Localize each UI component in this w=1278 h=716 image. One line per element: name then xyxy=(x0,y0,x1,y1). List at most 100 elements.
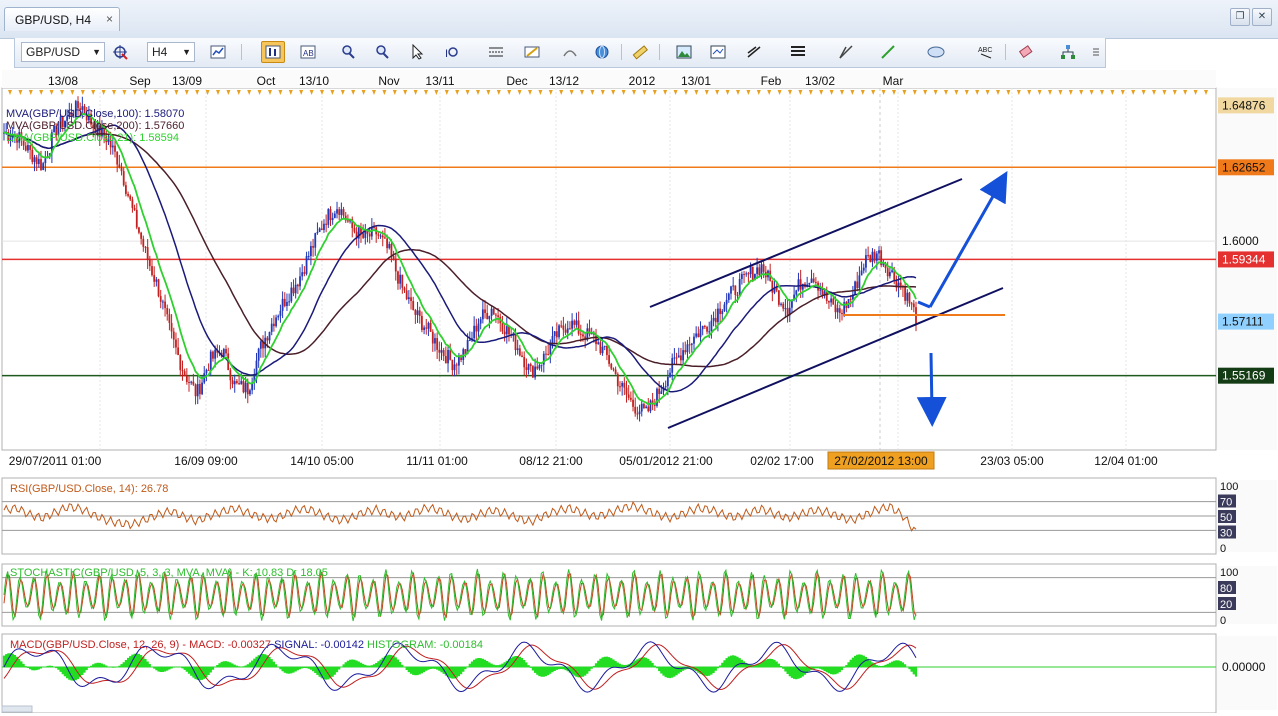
pen-icon[interactable] xyxy=(837,43,855,61)
globe-icon[interactable] xyxy=(593,43,611,61)
zoom-fit-icon[interactable]: I xyxy=(443,43,461,61)
macd-label: MACD(GBP/USD.Close, 12, 26, 9) - MACD: -… xyxy=(10,639,483,651)
price-label: 1.57111 xyxy=(1222,315,1264,329)
candle-body xyxy=(647,406,650,412)
candle-body xyxy=(118,164,121,168)
candle-body xyxy=(301,272,304,277)
svg-text:I: I xyxy=(445,48,448,60)
chart-tab[interactable]: GBP/USD, H4 × xyxy=(4,7,120,31)
more-icon[interactable] xyxy=(1087,43,1105,61)
candle-body xyxy=(871,251,874,262)
candle-body xyxy=(555,331,558,338)
candle-body xyxy=(910,303,913,305)
fibonacci-icon[interactable] xyxy=(789,43,807,61)
zoom-out-icon[interactable] xyxy=(373,43,391,61)
candle-body xyxy=(701,325,704,330)
crosshair-icon[interactable] xyxy=(111,43,129,61)
bar-chart-icon[interactable] xyxy=(261,41,285,63)
timeframe-select[interactable]: H4 ▼ xyxy=(147,42,195,62)
chart-area[interactable]: 13/08 Sep 13/09 Oct 13/10 Nov 13/11 Dec 13/12 201… xyxy=(0,68,1278,714)
candle-body xyxy=(808,282,811,285)
image-icon[interactable] xyxy=(675,43,693,61)
candle-body xyxy=(553,331,556,337)
candle-body xyxy=(834,304,837,313)
symbol-dropdown-icon[interactable]: ▼ xyxy=(92,43,101,61)
properties-icon[interactable] xyxy=(523,43,541,61)
zoom-in-icon[interactable] xyxy=(339,43,357,61)
candle-body xyxy=(148,259,151,267)
stoch-level-label: 0 xyxy=(1220,615,1226,627)
text-label-icon[interactable]: ABC xyxy=(977,43,995,61)
template-icon[interactable] xyxy=(709,43,727,61)
candle-body xyxy=(740,274,743,279)
eraser-icon[interactable] xyxy=(1017,43,1035,61)
candle-body xyxy=(390,243,393,256)
chart-tab-label: GBP/USD, H4 xyxy=(15,13,92,27)
tab-close-icon[interactable]: × xyxy=(106,12,113,26)
close-window-icon[interactable]: ✕ xyxy=(1252,8,1272,26)
timeframe-dropdown-icon[interactable]: ▼ xyxy=(182,43,191,61)
candle-body xyxy=(386,238,388,249)
candle-body xyxy=(562,325,565,330)
cursor-icon[interactable] xyxy=(409,43,427,61)
candle-body xyxy=(867,255,870,257)
candle-body xyxy=(133,207,136,210)
rsi-level-label: 50 xyxy=(1220,512,1232,524)
candle-body xyxy=(392,255,395,259)
lines-icon[interactable] xyxy=(745,43,763,61)
candle-body xyxy=(144,246,147,248)
candle-body xyxy=(442,350,445,357)
objects-tree-icon[interactable] xyxy=(1059,43,1077,61)
top-axis-label: 13/12 xyxy=(549,74,579,88)
draw-line-icon[interactable] xyxy=(879,43,897,61)
chart-svg[interactable]: 13/08 Sep 13/09 Oct 13/10 Nov 13/11 Dec 13/12 201… xyxy=(0,68,1278,714)
period-separator-icon[interactable] xyxy=(487,43,505,61)
candle-body xyxy=(325,223,328,225)
candle-body xyxy=(529,364,532,367)
candle-body xyxy=(643,403,645,409)
candle-body xyxy=(621,382,624,387)
candle-body xyxy=(540,364,543,366)
candle-body xyxy=(159,296,162,302)
candle-body xyxy=(492,308,495,315)
candle-body xyxy=(873,251,876,261)
ruler-icon[interactable] xyxy=(631,43,649,61)
candle-body xyxy=(24,145,27,151)
bearish-arrow xyxy=(916,352,947,427)
candle-body xyxy=(188,382,190,384)
candle-body xyxy=(440,350,443,353)
candle-body xyxy=(292,287,295,294)
symbol-select[interactable]: GBP/USD ▼ xyxy=(21,42,105,62)
candle-body xyxy=(797,279,800,291)
ellipse-icon[interactable] xyxy=(927,43,945,61)
candle-body xyxy=(904,287,907,301)
candle-body xyxy=(603,345,606,347)
candle-body xyxy=(177,347,180,356)
candle-body xyxy=(719,308,722,314)
bottom-axis-label: 12/04 01:00 xyxy=(1094,454,1158,468)
candle-body xyxy=(501,323,504,332)
candle-body xyxy=(734,285,737,295)
candle-body xyxy=(664,386,667,388)
candle-body xyxy=(486,312,489,320)
rsi-level-label: 30 xyxy=(1220,528,1232,540)
drawing-icon[interactable] xyxy=(561,43,579,61)
rsi-level-label: 70 xyxy=(1220,497,1232,509)
candle-body xyxy=(303,272,306,274)
candle-body xyxy=(640,403,643,412)
horizontal-scrollbar[interactable] xyxy=(1,705,33,713)
candle-body xyxy=(434,338,436,344)
timeframe-value: H4 xyxy=(152,45,168,59)
candle-body xyxy=(172,331,175,340)
top-axis-label: Dec xyxy=(506,74,527,88)
chart-type-icon[interactable] xyxy=(209,43,227,61)
rsi-level-label: 100 xyxy=(1220,481,1238,493)
candle-body xyxy=(235,381,238,384)
text-chart-icon[interactable]: AB xyxy=(299,43,317,61)
restore-window-icon[interactable]: ❐ xyxy=(1230,8,1250,26)
candle-body xyxy=(401,274,404,288)
top-axis-label: Mar xyxy=(883,74,904,88)
candle-body xyxy=(333,213,336,218)
candle-body xyxy=(697,333,700,338)
candle-body xyxy=(194,384,197,397)
